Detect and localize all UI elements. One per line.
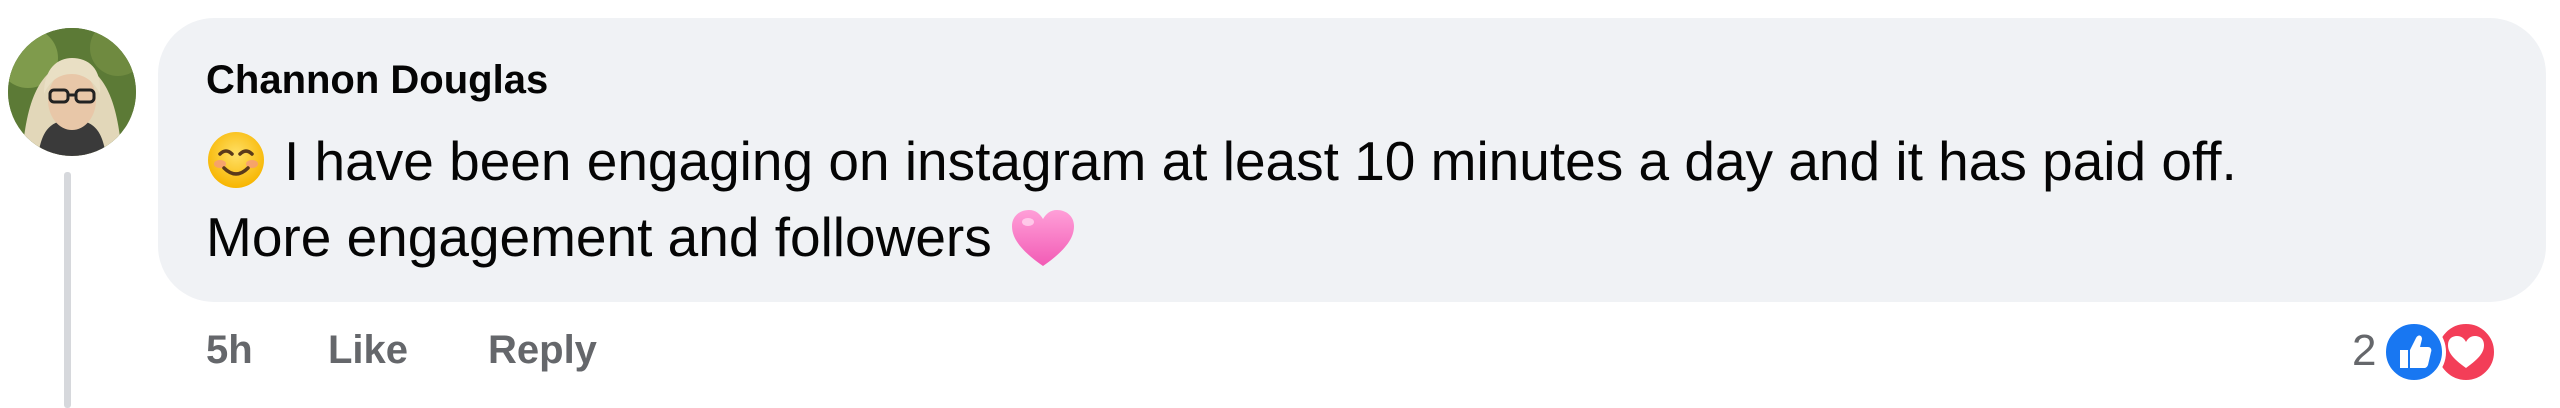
- pink-heart-icon: [1011, 210, 1074, 266]
- like-reaction-icon: [2382, 320, 2446, 384]
- comment-text: More engagement and followers: [206, 206, 992, 268]
- like-button[interactable]: Like: [328, 328, 408, 373]
- timestamp-link[interactable]: 5h: [206, 328, 253, 373]
- thread-line: [64, 172, 71, 408]
- comment-text: I have been engaging on instagram at lea…: [284, 130, 2237, 192]
- reactions-summary[interactable]: 2: [2352, 318, 2542, 390]
- author-name[interactable]: Channon Douglas: [206, 58, 548, 103]
- reply-button[interactable]: Reply: [488, 328, 597, 373]
- avatar[interactable]: [8, 28, 136, 156]
- comment-text-line-1: I have been engaging on instagram at lea…: [206, 130, 2237, 190]
- smiling-face-icon: [208, 132, 264, 188]
- comment-container: Channon Douglas I have been engaging on …: [0, 0, 2560, 408]
- comment-text-line-2: More engagement and followers: [206, 208, 1076, 268]
- reaction-count: 2: [2352, 326, 2377, 375]
